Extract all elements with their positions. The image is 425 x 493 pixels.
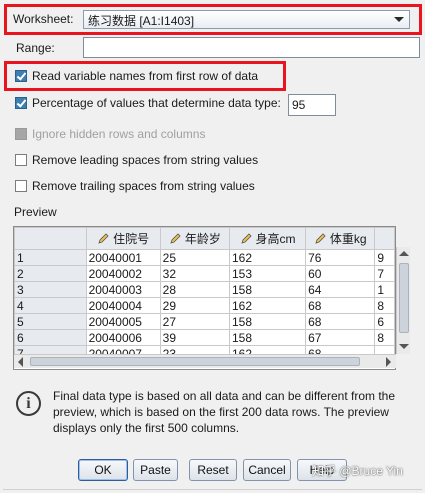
- table-cell[interactable]: 8: [374, 297, 395, 314]
- corner-header: [14, 227, 87, 250]
- row-header[interactable]: 5: [14, 313, 87, 330]
- column-header[interactable]: 体重kg: [305, 227, 376, 250]
- table-cell[interactable]: 20040001: [85, 249, 161, 266]
- table-cell[interactable]: 1: [374, 281, 395, 298]
- info-icon: i: [16, 391, 41, 416]
- row-header[interactable]: 4: [14, 297, 87, 314]
- cancel-button[interactable]: Cancel: [243, 459, 291, 481]
- table-cell[interactable]: 162: [228, 249, 307, 266]
- pencil-icon: [169, 233, 181, 245]
- table-cell[interactable]: 158: [228, 329, 307, 346]
- read-var-names-checkbox[interactable]: [15, 70, 27, 82]
- table-cell[interactable]: 20040005: [85, 313, 161, 330]
- horizontal-scroll-thumb[interactable]: [30, 357, 360, 366]
- table-cell[interactable]: 158: [228, 313, 307, 330]
- pencil-icon: [97, 233, 109, 245]
- ignore-hidden-label: Ignore hidden rows and columns: [32, 127, 206, 141]
- table-cell[interactable]: 60: [305, 265, 376, 282]
- table-cell[interactable]: 25: [159, 249, 230, 266]
- table-row[interactable]: 5 20040005 27 158 68 6: [14, 313, 395, 330]
- horizontal-scrollbar[interactable]: [14, 354, 396, 368]
- worksheet-select[interactable]: 练习数据 [A1:I1403]: [83, 10, 410, 29]
- reset-button[interactable]: Reset: [189, 459, 237, 481]
- paste-button[interactable]: Paste: [133, 459, 178, 481]
- vertical-scrollbar[interactable]: [396, 247, 410, 354]
- remove-trailing-label: Remove trailing spaces from string value…: [32, 179, 255, 193]
- preview-label: Preview: [14, 205, 57, 219]
- vertical-scroll-thumb[interactable]: [399, 263, 409, 333]
- percentage-input[interactable]: 95: [288, 94, 336, 116]
- column-header[interactable]: 住院号: [85, 227, 161, 250]
- table-cell[interactable]: 39: [159, 329, 230, 346]
- divider: [3, 489, 422, 490]
- chevron-down-icon: [394, 17, 404, 22]
- range-input[interactable]: [83, 37, 420, 58]
- table-cell[interactable]: 20040006: [85, 329, 161, 346]
- table-row[interactable]: 4 20040004 29 162 68 8: [14, 297, 395, 314]
- table-cell[interactable]: 153: [228, 265, 307, 282]
- remove-trailing-checkbox[interactable]: [15, 180, 27, 192]
- column-header[interactable]: 身高cm: [228, 227, 307, 250]
- table-cell[interactable]: 6: [374, 313, 395, 330]
- column-header[interactable]: 年龄岁: [159, 227, 230, 250]
- remove-leading-checkbox[interactable]: [15, 154, 27, 166]
- worksheet-label: Worksheet:: [13, 12, 74, 26]
- table-cell[interactable]: 8: [374, 329, 395, 346]
- watermark: 知乎 @Bruce Yin: [312, 464, 403, 478]
- table-cell[interactable]: 20040002: [85, 265, 161, 282]
- row-header[interactable]: 6: [14, 329, 87, 346]
- table-row[interactable]: 2 20040002 32 153 60 7: [14, 265, 395, 282]
- table-cell[interactable]: 28: [159, 281, 230, 298]
- remove-leading-label: Remove leading spaces from string values: [32, 153, 259, 167]
- table-cell[interactable]: 76: [305, 249, 376, 266]
- table-row[interactable]: 1 20040001 25 162 76 9: [14, 249, 395, 266]
- table-cell[interactable]: 9: [374, 249, 395, 266]
- info-text: Final data type is based on all data and…: [53, 389, 395, 435]
- table-cell[interactable]: 29: [159, 297, 230, 314]
- scroll-right-icon[interactable]: [386, 357, 391, 367]
- table-cell[interactable]: 27: [159, 313, 230, 330]
- table-cell[interactable]: 32: [159, 265, 230, 282]
- scroll-down-icon[interactable]: [399, 344, 409, 349]
- table-cell[interactable]: 68: [305, 297, 376, 314]
- worksheet-value: 练习数据 [A1:I1403]: [88, 14, 195, 28]
- percentage-checkbox[interactable]: [15, 97, 27, 109]
- table-cell[interactable]: 158: [228, 281, 307, 298]
- percentage-label: Percentage of values that determine data…: [32, 96, 281, 110]
- pencil-icon: [314, 233, 326, 245]
- column-header-partial[interactable]: [374, 227, 395, 250]
- table-cell[interactable]: 162: [228, 297, 307, 314]
- table-cell[interactable]: 67: [305, 329, 376, 346]
- row-header[interactable]: 3: [14, 281, 87, 298]
- table-row[interactable]: 3 20040003 28 158 64 1: [14, 281, 395, 298]
- read-var-names-label: Read variable names from first row of da…: [32, 69, 259, 83]
- table-cell[interactable]: 7: [374, 265, 395, 282]
- table-cell[interactable]: 68: [305, 313, 376, 330]
- scroll-left-icon[interactable]: [18, 357, 23, 367]
- preview-grid[interactable]: 住院号 年龄岁 身高cm 体重kg 1 20040001 25 162 76 9 2 2004…: [13, 226, 396, 370]
- range-label: Range:: [16, 41, 55, 55]
- table-cell[interactable]: 20040004: [85, 297, 161, 314]
- table-cell[interactable]: 20040003: [85, 281, 161, 298]
- scroll-up-icon[interactable]: [399, 251, 409, 256]
- table-cell[interactable]: 64: [305, 281, 376, 298]
- row-header[interactable]: 2: [14, 265, 87, 282]
- pencil-icon: [240, 233, 252, 245]
- ok-button[interactable]: OK: [78, 459, 128, 481]
- ignore-hidden-checkbox[interactable]: [15, 128, 27, 140]
- row-header[interactable]: 1: [14, 249, 87, 266]
- table-row[interactable]: 6 20040006 39 158 67 8: [14, 329, 395, 346]
